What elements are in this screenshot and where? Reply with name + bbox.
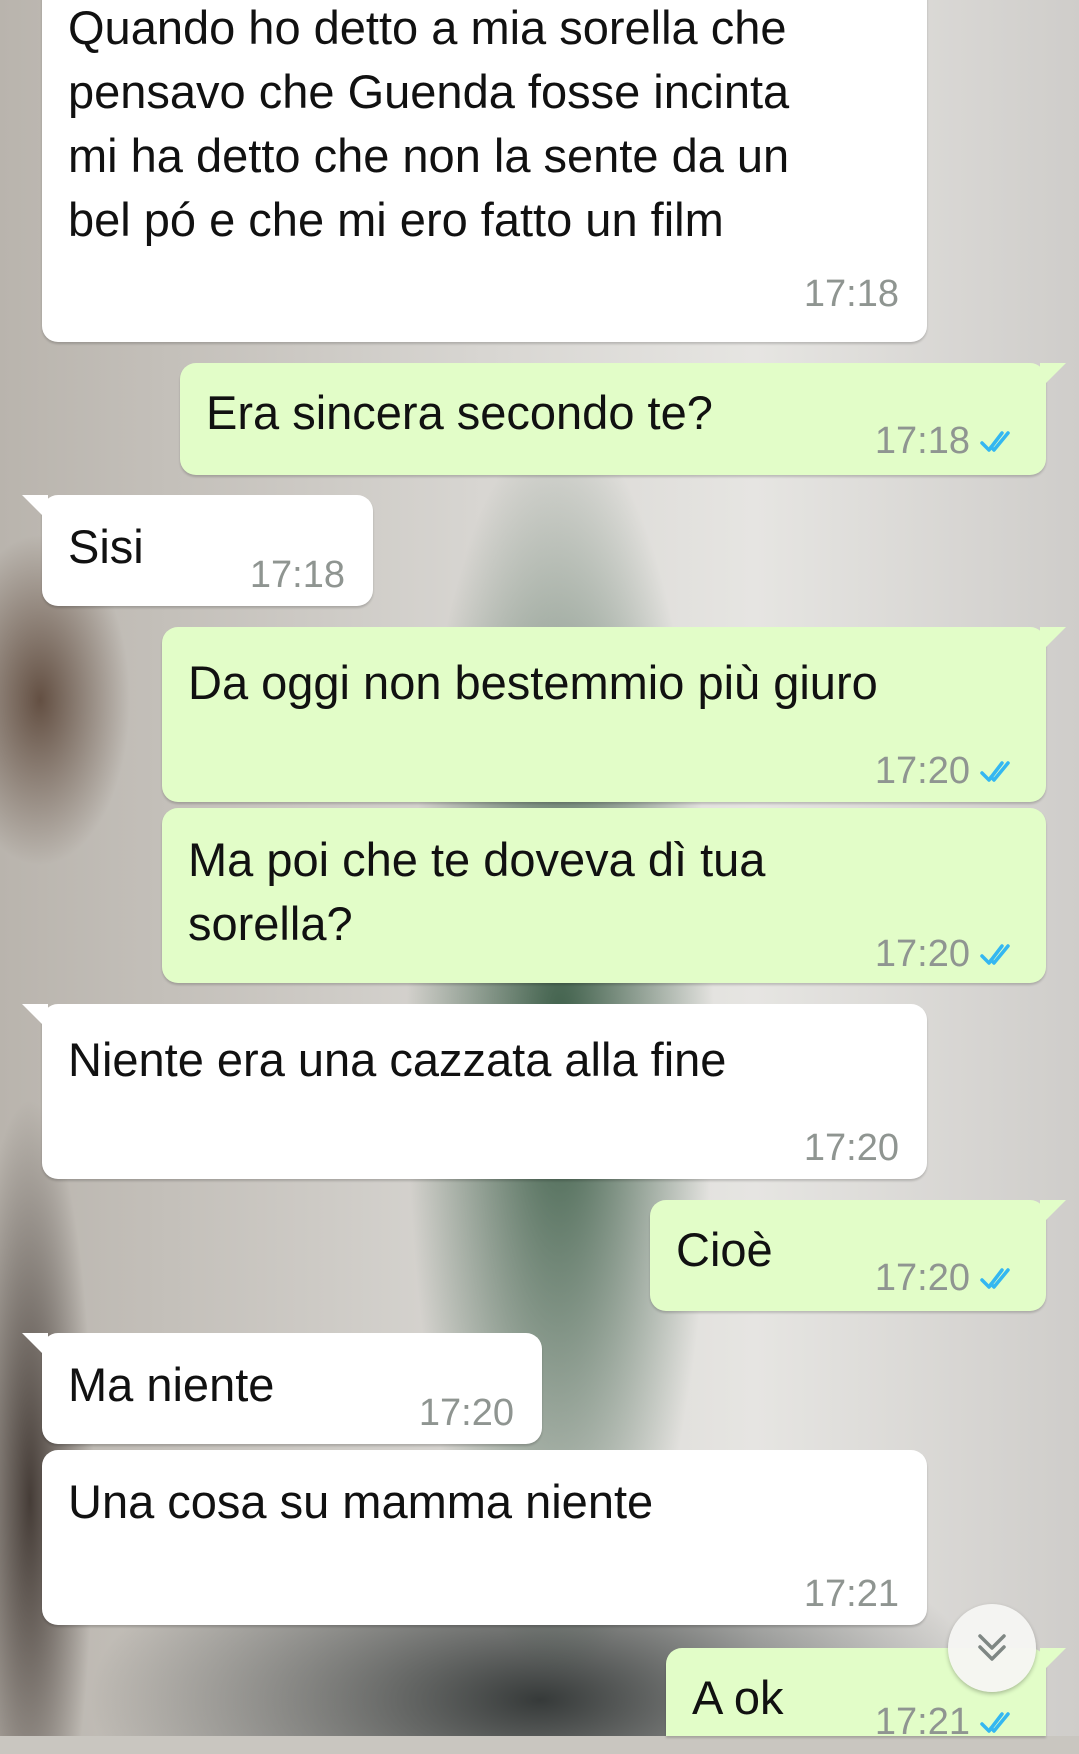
message-timestamp: 17:18 xyxy=(249,554,345,596)
message-text-line: Una cosa su mamma niente xyxy=(68,1475,654,1528)
message-outgoing[interactable]: Era sincera secondo te? 17:18 xyxy=(180,363,1066,475)
message-text-line: Da oggi non bestemmio più giuro xyxy=(188,656,878,709)
double-check-icon xyxy=(980,1712,1010,1733)
message-meta: 17:18 xyxy=(875,409,1020,473)
message-incoming[interactable]: Una cosa su mamma niente 17:21 xyxy=(42,1450,927,1625)
message-text-line: sorella? xyxy=(188,897,353,950)
message-outgoing[interactable]: Cioè 17:20 xyxy=(650,1200,1066,1311)
message-timestamp: 17:20 xyxy=(803,1127,899,1169)
message-timestamp: 17:18 xyxy=(874,420,970,462)
message-text-line: Ma niente xyxy=(68,1358,275,1411)
message-meta: 17:20 xyxy=(875,1246,1020,1310)
message-text-line: Era sincera secondo te? xyxy=(206,386,713,439)
double-check-icon xyxy=(980,1268,1010,1289)
message-timestamp: 17:20 xyxy=(874,750,970,792)
message-text-line: Ma poi che te doveva dì tua xyxy=(188,833,766,886)
message-text-line: mi ha detto che non la sente da un xyxy=(68,129,790,182)
message-meta: 17:20 xyxy=(875,739,1020,803)
message-meta: 17:20 xyxy=(804,1116,899,1180)
message-timestamp: 17:21 xyxy=(874,1701,970,1743)
double-check-icon xyxy=(980,944,1010,965)
message-text-line: pensavo che Guenda fosse incinta xyxy=(68,65,790,118)
message-text-line: Quando ho detto a mia sorella che xyxy=(68,1,787,54)
message-text-line: bel pó e che mi ero fatto un film xyxy=(68,193,724,246)
message-incoming[interactable]: Quando ho detto a mia sorella che pensav… xyxy=(42,0,927,342)
message-outgoing[interactable]: Da oggi non bestemmio più giuro 17:20 xyxy=(162,627,1066,803)
message-text-line: Niente era una cazzata alla fine xyxy=(68,1033,727,1086)
message-timestamp: 17:20 xyxy=(874,1257,970,1299)
message-incoming[interactable]: Sisi 17:18 xyxy=(22,495,373,607)
message-meta: 17:20 xyxy=(875,922,1020,986)
message-meta: 17:21 xyxy=(804,1562,899,1626)
message-timestamp: 17:20 xyxy=(874,933,970,975)
double-check-icon xyxy=(980,761,1010,782)
double-check-icon xyxy=(980,431,1010,452)
message-incoming[interactable]: Niente era una cazzata alla fine 17:20 xyxy=(22,1004,927,1180)
message-meta: 17:21 xyxy=(875,1690,1020,1754)
message-timestamp: 17:20 xyxy=(418,1392,514,1434)
message-text-line: A ok xyxy=(692,1671,784,1724)
message-meta: 17:18 xyxy=(804,262,899,326)
message-meta: 17:18 xyxy=(250,543,345,607)
message-text-line: Cioè xyxy=(676,1223,773,1276)
message-text-line: Sisi xyxy=(68,520,144,573)
message-incoming[interactable]: Ma niente 17:20 xyxy=(22,1333,542,1445)
message-outgoing[interactable]: Ma poi che te doveva dì tua sorella? 17:… xyxy=(162,808,1046,983)
scroll-to-bottom-button[interactable] xyxy=(948,1604,1036,1692)
message-timestamp: 17:21 xyxy=(803,1573,899,1615)
double-chevron-down-icon xyxy=(978,1634,1006,1661)
message-timestamp: 17:18 xyxy=(803,273,899,315)
message-meta: 17:20 xyxy=(419,1381,514,1445)
